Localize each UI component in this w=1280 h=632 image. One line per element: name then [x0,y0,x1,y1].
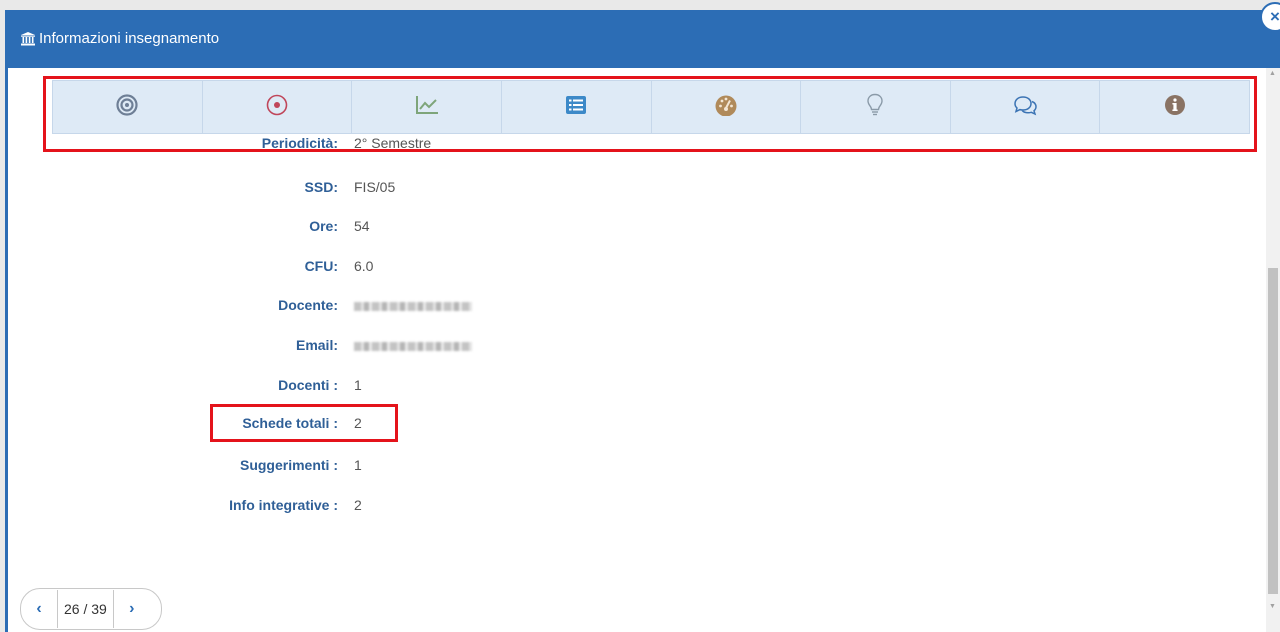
suggerimenti-label: Suggerimenti : [239,457,338,473]
docenti-value: 1 [354,377,362,393]
info-row-suggerimenti: Suggerimenti : 1 [8,454,508,476]
info-row-cfu: CFU: 6.0 [8,255,508,277]
tab-bar [52,80,1250,134]
vertical-scrollbar[interactable]: ▲ ▼ [1266,68,1280,632]
periodicita-value: 2° Semestre [354,135,432,151]
modal-dialog: Informazioni insegnamento × Periodicità:… [5,2,1280,632]
modal-header: Informazioni insegnamento × [5,2,1280,68]
schede-value: 2 [354,415,362,431]
dot-circle-icon [266,94,288,121]
info-row-schede: Schede totali : 2 [8,412,508,434]
info-row-ore: Ore: 54 [8,215,508,237]
schede-label: Schede totali : [242,415,338,431]
bank-icon [21,32,35,46]
cfu-value: 6.0 [354,258,374,274]
info-circle-icon [1164,94,1186,121]
page-counter: 26 / 39 [57,590,114,628]
modal-title-text: Informazioni insegnamento [39,30,220,47]
email-value [354,334,472,356]
ore-label: Ore: [309,218,338,234]
tab-objectives[interactable] [53,81,203,133]
info-integrative-value: 2 [354,497,362,513]
chevron-left-icon: ‹ [36,600,42,617]
docente-value [354,294,472,316]
docenti-label: Docenti : [278,377,338,393]
info-row-periodicita: Periodicità: 2° Semestre [8,132,508,154]
tab-dashboard[interactable] [652,81,802,133]
tab-comments[interactable] [951,81,1101,133]
suggerimenti-value: 1 [354,457,362,473]
cfu-label: CFU: [304,258,338,274]
email-label: Email: [295,337,338,353]
tab-list[interactable] [502,81,652,133]
info-row-info-integrative: Info integrative : 2 [8,494,508,516]
comments-icon [1012,94,1038,121]
dashboard-icon [714,94,738,121]
info-row-docente: Docente: [8,294,508,316]
chevron-right-icon: › [129,600,135,617]
modal-body: Periodicità: 2° Semestre SSD: FIS/05 Ore… [8,68,1280,632]
tab-suggestions[interactable] [801,81,951,133]
lightbulb-icon [866,93,884,122]
close-icon: × [1270,7,1280,26]
info-row-ssd: SSD: FIS/05 [8,176,508,198]
pagination: ‹ 26 / 39 › [20,588,162,630]
ssd-value: FIS/05 [354,179,396,195]
scroll-down-arrow-icon[interactable]: ▼ [1269,603,1276,610]
tab-info[interactable] [1100,81,1249,133]
target-icon [116,93,138,121]
info-row-email: Email: [8,334,508,356]
scrollbar-thumb[interactable] [1268,268,1278,594]
docente-label: Docente: [278,297,338,313]
tab-statistics[interactable] [352,81,502,133]
prev-page-button[interactable]: ‹ [21,590,57,628]
ssd-label: SSD: [304,179,338,195]
tab-target[interactable] [203,81,353,133]
close-button[interactable]: × [1260,2,1280,32]
scroll-up-arrow-icon[interactable]: ▲ [1269,70,1276,77]
line-chart-icon [415,95,439,120]
ore-value: 54 [354,218,370,234]
info-integrative-label: Info integrative : [229,497,338,513]
next-page-button[interactable]: › [114,590,150,628]
info-row-docenti: Docenti : 1 [8,374,508,396]
modal-title: Informazioni insegnamento [21,29,219,49]
periodicita-label: Periodicità: [261,135,338,151]
list-icon [566,95,587,119]
